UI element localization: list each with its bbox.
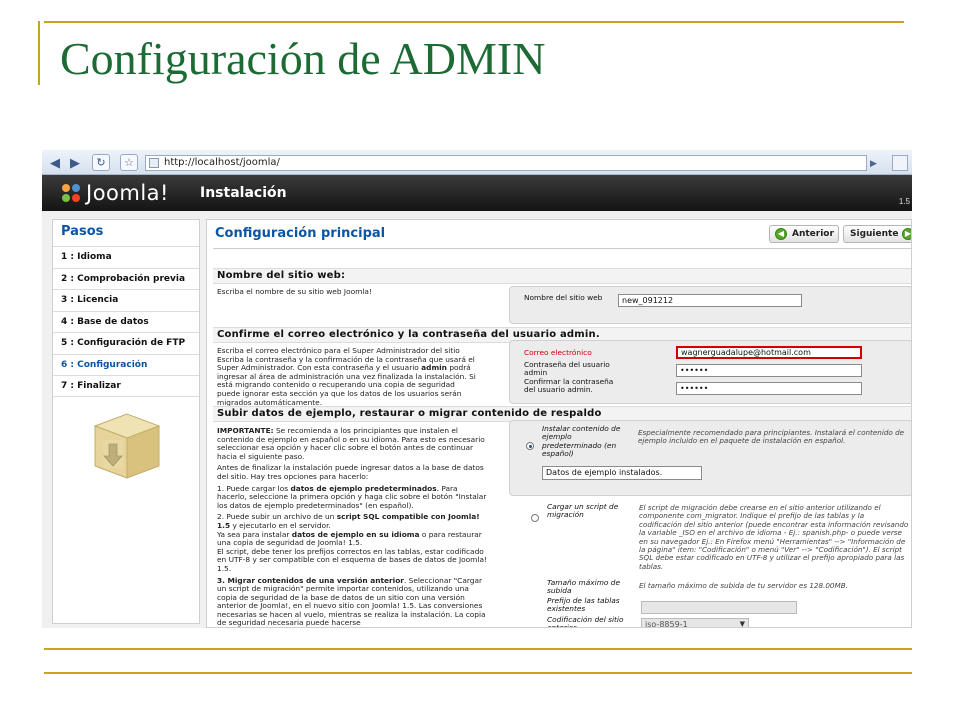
joomla-brand: Joomla! xyxy=(86,181,169,205)
migration-note: El script de migración debe crearse en e… xyxy=(639,503,909,571)
slide: Configuración de ADMIN ◀ ▶ ↻ ☆ http://lo… xyxy=(0,0,960,720)
header-section-title: Instalación xyxy=(200,185,287,201)
steps-sidebar: Pasos 1 : Idioma 2 : Comprobación previa… xyxy=(52,219,200,624)
default-sample-button[interactable]: Datos de ejemplo instalados. xyxy=(542,466,702,480)
confirm-password-input[interactable]: •••••• xyxy=(676,382,862,395)
sample-help-p4-e: El script, debe tener los prefijos corre… xyxy=(217,546,487,573)
joomla-header: Joomla! Instalación 1.5 xyxy=(42,175,912,211)
step-ftp: 5 : Configuración de FTP xyxy=(53,332,199,354)
arrow-left-icon: ◀ xyxy=(775,228,787,240)
encoding-label: Codificación del sitio anterior xyxy=(547,615,624,628)
install-box-icon xyxy=(93,413,161,479)
decor-line-left xyxy=(38,21,40,85)
main-panel: Configuración principal ◀ Anterior Sigui… xyxy=(206,219,912,628)
step-base-datos: 4 : Base de datos xyxy=(53,310,199,333)
arrow-right-icon: ▶ xyxy=(902,228,911,240)
decor-line-bottom-2 xyxy=(44,672,912,674)
default-sample-radio[interactable] xyxy=(526,442,534,450)
sample-help-p5-text: . Seleccionar "Cargar un script de migra… xyxy=(217,575,486,628)
table-prefix-input[interactable] xyxy=(641,601,797,614)
sample-help-p5: 3. Migrar contenidos de una versión ante… xyxy=(217,575,487,628)
site-name-label: Nombre del sitio web xyxy=(524,293,603,302)
next-button-label: Siguiente xyxy=(850,229,899,239)
steps-list: 1 : Idioma 2 : Comprobación previa 3 : L… xyxy=(53,246,199,397)
installer-body: Pasos 1 : Idioma 2 : Comprobación previa… xyxy=(42,211,912,628)
next-button[interactable]: Siguiente ▶ xyxy=(843,225,911,243)
page-icon xyxy=(149,158,159,168)
site-name-heading: Nombre del sitio web: xyxy=(213,268,911,284)
page-menu-icon[interactable] xyxy=(892,155,908,171)
site-name-box: Nombre del sitio web new_091212 xyxy=(509,286,911,324)
sample-help-p3: 1. Puede cargar los datos de ejemplo pre… xyxy=(217,484,487,511)
email-input[interactable]: wagnerguadalupe@hotmail.com xyxy=(676,346,862,359)
step-finalizar: 7 : Finalizar xyxy=(53,375,199,397)
decor-line-bottom-1 xyxy=(44,648,912,650)
address-text: http://localhost/joomla/ xyxy=(164,157,280,168)
browser-toolbar: ◀ ▶ ↻ ☆ http://localhost/joomla/ ▶ xyxy=(42,150,912,175)
main-title: Configuración principal xyxy=(215,226,386,241)
admin-box: Correo electrónico wagnerguadalupe@hotma… xyxy=(509,340,911,404)
site-name-input[interactable]: new_091212 xyxy=(618,294,802,307)
previous-button-label: Anterior xyxy=(792,229,834,239)
max-upload-value: El tamaño máximo de subida de tu servido… xyxy=(639,581,848,590)
password-input[interactable]: •••••• xyxy=(676,364,862,377)
sample-help-p2: Antes de finalizar la instalación puede … xyxy=(217,463,484,481)
encoding-select[interactable]: iso-8859-1 ▼ xyxy=(641,618,749,628)
step-idioma: 1 : Idioma xyxy=(53,246,199,268)
site-name-help: Escriba el nombre de su sitio web Joomla… xyxy=(217,287,372,296)
decor-line-top xyxy=(44,21,904,23)
star-icon[interactable]: ☆ xyxy=(120,154,138,171)
sample-help-p1: IMPORTANTE: Se recomienda a los principi… xyxy=(217,426,487,461)
step-licencia: 3 : Licencia xyxy=(53,289,199,311)
steps-title: Pasos xyxy=(61,224,104,239)
go-icon[interactable]: ▶ xyxy=(870,155,884,171)
slide-title: Configuración de ADMIN xyxy=(60,33,546,84)
forward-arrow-icon[interactable]: ▶ xyxy=(66,154,84,171)
chevron-down-icon: ▼ xyxy=(739,620,745,628)
sample-help-p4: 2. Puede subir un archivo de un script S… xyxy=(217,513,487,573)
email-label: Correo electrónico xyxy=(524,348,592,357)
default-sample-box: Instalar contenido de ejemplo predetermi… xyxy=(509,420,911,496)
table-prefix-label: Prefijo de las tablas existentes xyxy=(547,596,620,614)
address-bar[interactable]: http://localhost/joomla/ xyxy=(145,155,867,171)
step-configuracion: 6 : Configuración xyxy=(53,353,199,376)
password-label: Contraseña del usuario admin xyxy=(524,360,610,378)
title-divider xyxy=(213,248,911,249)
migration-label: Cargar un script de migración xyxy=(547,502,619,520)
confirm-password-label: Confirmar la contraseña del usuario admi… xyxy=(524,377,614,395)
screenshot: ◀ ▶ ↻ ☆ http://localhost/joomla/ ▶ Jooml… xyxy=(42,150,912,628)
max-upload-label: Tamaño máximo de subida xyxy=(547,578,621,596)
admin-help: Escriba el correo electrónico para el Su… xyxy=(217,346,479,407)
migration-radio[interactable] xyxy=(531,514,539,522)
joomla-logo-icon xyxy=(62,184,80,202)
encoding-select-value: iso-8859-1 xyxy=(645,620,688,628)
reload-icon[interactable]: ↻ xyxy=(92,154,110,171)
default-sample-label: Instalar contenido de ejemplo predetermi… xyxy=(542,424,621,459)
default-sample-note: Especialmente recomendado para principia… xyxy=(638,428,905,446)
step-comprobacion: 2 : Comprobación previa xyxy=(53,267,199,290)
version-label: 1.5 xyxy=(898,197,910,206)
sample-help: IMPORTANTE: Se recomienda a los principi… xyxy=(217,426,487,628)
previous-button[interactable]: ◀ Anterior xyxy=(769,225,839,243)
back-arrow-icon[interactable]: ◀ xyxy=(46,154,64,171)
